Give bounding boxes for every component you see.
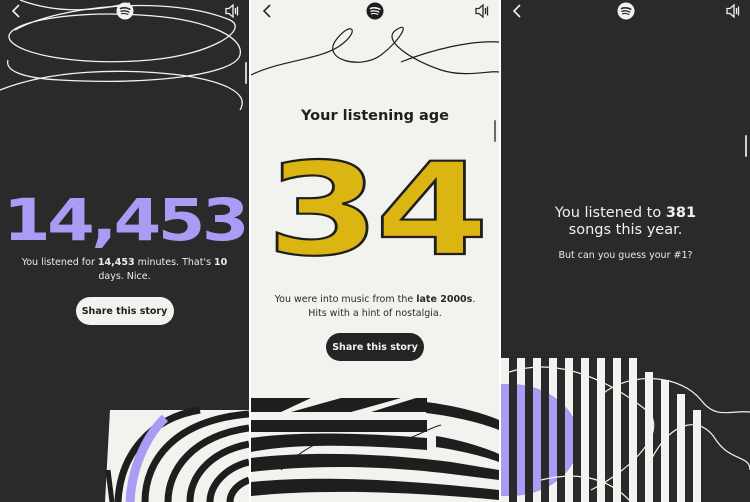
chevron-left-icon[interactable]	[8, 2, 24, 20]
story-top-bar	[251, 0, 499, 24]
caption-text: minutes. That's	[134, 257, 215, 268]
caption-text: days. Nice.	[98, 271, 151, 282]
caption-era-value: late 2000s	[416, 294, 473, 305]
story-panel-listening-age: Your listening age 34 You were into musi…	[251, 0, 499, 502]
story-top-bar	[501, 0, 750, 24]
story-panel-songs: You listened to 381 songs this year. But …	[501, 0, 750, 502]
share-story-button[interactable]: Share this story	[326, 333, 424, 361]
caption-text: You listened for	[21, 257, 98, 268]
striped-pattern	[501, 358, 750, 502]
caption-days-value: 10	[214, 257, 228, 268]
caption-minutes-value: 14,453	[97, 257, 135, 268]
minutes-big-number: 14,453	[3, 186, 249, 254]
listening-age-number: 34	[265, 150, 490, 262]
speaker-muted-icon[interactable]	[473, 2, 491, 20]
songs-text: You listened to	[554, 205, 666, 221]
speaker-muted-icon[interactable]	[223, 2, 241, 20]
songs-text: songs this year.	[568, 222, 683, 238]
minutes-caption: You listened for 14,453 minutes. That's …	[20, 256, 229, 284]
striped-pattern	[105, 406, 249, 502]
chevron-left-icon[interactable]	[259, 2, 275, 20]
striped-pattern	[251, 398, 499, 500]
age-value: 34	[266, 150, 484, 262]
scrollbar-thumb[interactable]	[245, 62, 247, 84]
chevron-left-icon[interactable]	[509, 2, 525, 20]
listening-age-caption: You were into music from the late 2000s.…	[271, 293, 479, 321]
spotify-logo-icon	[116, 2, 133, 20]
story-top-bar	[0, 0, 249, 24]
spotify-logo-icon	[366, 2, 384, 20]
scrollbar-thumb[interactable]	[745, 135, 747, 157]
spotify-logo-icon	[617, 2, 634, 20]
share-story-button[interactable]: Share this story	[75, 297, 174, 325]
story-panel-minutes: 14,453 You listened for 14,453 minutes. …	[0, 0, 249, 502]
speaker-muted-icon[interactable]	[724, 2, 742, 20]
caption-text: You were into music from the	[274, 294, 417, 305]
songs-count-text: You listened to 381 songs this year.	[511, 205, 740, 239]
listening-age-title: Your listening age	[300, 108, 450, 124]
guess-number-one-text: But can you guess your #1?	[558, 250, 693, 261]
songs-count-value: 381	[665, 205, 697, 221]
